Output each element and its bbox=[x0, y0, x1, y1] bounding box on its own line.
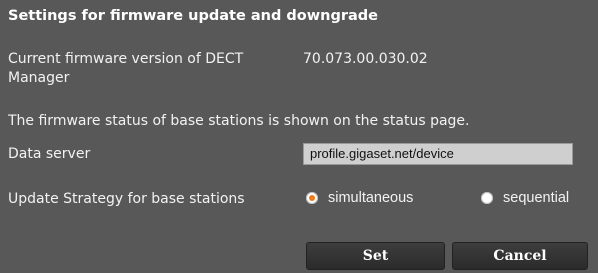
cancel-button[interactable]: Cancel bbox=[452, 242, 588, 270]
set-button[interactable]: Set bbox=[306, 242, 445, 270]
radio-simultaneous-label: simultaneous bbox=[328, 190, 414, 206]
radio-sequential-label: sequential bbox=[503, 190, 570, 206]
radio-sequential[interactable]: sequential bbox=[481, 190, 569, 206]
section-title: Settings for firmware update and downgra… bbox=[8, 8, 378, 24]
current-firmware-label: Current firmware version of DECT Manager bbox=[8, 51, 244, 86]
radio-selected-icon[interactable] bbox=[306, 192, 318, 204]
current-firmware-value: 70.073.00.030.02 bbox=[303, 51, 428, 67]
data-server-label: Data server bbox=[8, 146, 91, 162]
firmware-settings-panel: Settings for firmware update and downgra… bbox=[0, 0, 598, 273]
firmware-status-note: The firmware status of base stations is … bbox=[8, 113, 470, 129]
update-strategy-label: Update Strategy for base stations bbox=[8, 191, 245, 207]
radio-simultaneous[interactable]: simultaneous bbox=[306, 190, 413, 206]
data-server-input[interactable]: profile.gigaset.net/device bbox=[303, 143, 573, 165]
radio-unselected-icon[interactable] bbox=[481, 192, 493, 204]
